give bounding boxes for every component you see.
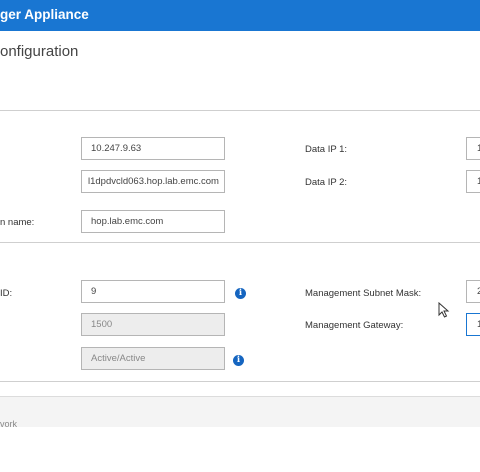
app-title: ger Appliance: [0, 7, 89, 22]
data-ip2-label: Data IP 2:: [305, 177, 348, 188]
management-subnet-mask-label: Management Subnet Mask:: [305, 288, 422, 299]
hostname-input[interactable]: l1dpdvcld063.hop.lab.emc.com: [81, 170, 225, 193]
bond-mode-input: Active/Active: [81, 347, 225, 370]
info-icon[interactable]: i: [235, 288, 246, 299]
divider: [0, 381, 480, 382]
info-icon[interactable]: i: [233, 355, 244, 366]
divider: [0, 110, 480, 111]
data-ip1-input[interactable]: 1: [466, 137, 480, 160]
divider: [0, 242, 480, 243]
page-title: onfiguration: [0, 43, 79, 60]
next-section-header: vork: [0, 396, 480, 429]
section-title: vork: [0, 419, 18, 429]
data-ip1-label: Data IP 1:: [305, 144, 348, 155]
vlan-id-input[interactable]: 9: [81, 280, 225, 303]
app-header: ger Appliance: [0, 0, 480, 31]
mouse-pointer-icon: [438, 302, 450, 318]
data-ip2-input[interactable]: 1: [466, 170, 480, 193]
vlan-id-label: ID:: [0, 288, 13, 299]
domain-name-label: n name:: [0, 217, 35, 228]
management-gateway-input[interactable]: 1: [466, 313, 480, 336]
ip-address-input[interactable]: 10.247.9.63: [81, 137, 225, 160]
mtu-input: 1500: [81, 313, 225, 336]
management-subnet-mask-input[interactable]: 2: [466, 280, 480, 303]
management-gateway-label: Management Gateway:: [305, 320, 404, 331]
domain-name-input[interactable]: hop.lab.emc.com: [81, 210, 225, 233]
